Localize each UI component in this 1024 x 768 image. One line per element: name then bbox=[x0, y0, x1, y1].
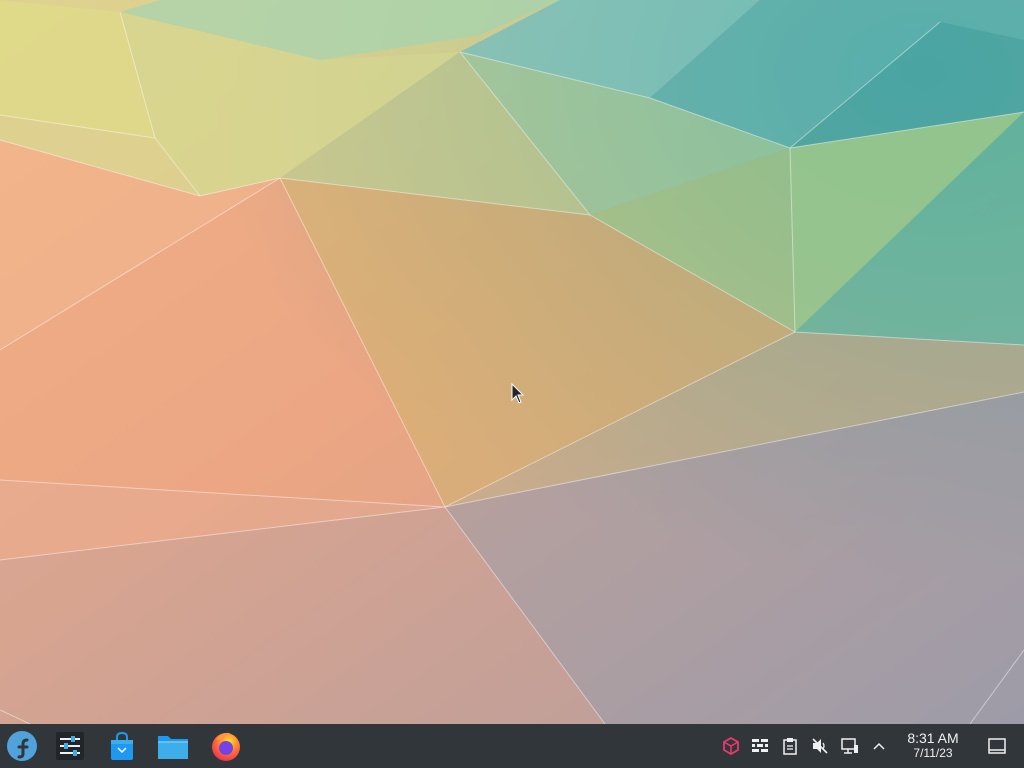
package-updates-tray[interactable] bbox=[721, 736, 741, 756]
wired-network-icon bbox=[841, 738, 858, 754]
clock-date: 7/11/23 bbox=[913, 746, 953, 760]
firefox-icon bbox=[212, 732, 240, 761]
package-icon bbox=[723, 737, 739, 755]
chevron-up-icon bbox=[873, 742, 885, 750]
mouse-cursor-icon bbox=[511, 383, 525, 404]
expand-tray-button[interactable] bbox=[869, 736, 889, 756]
shopping-bag-icon bbox=[111, 731, 133, 760]
clock-time: 8:31 AM bbox=[907, 730, 959, 746]
fedora-icon bbox=[7, 731, 37, 761]
discover-button[interactable] bbox=[104, 728, 140, 764]
firewall-tray[interactable] bbox=[750, 736, 770, 756]
clipboard-icon bbox=[783, 738, 797, 755]
fedora-launcher-button[interactable] bbox=[4, 728, 40, 764]
speaker-muted-icon bbox=[812, 738, 828, 754]
digital-clock[interactable]: 8:31 AM 7/11/23 bbox=[896, 731, 970, 761]
firewall-icon bbox=[752, 739, 768, 752]
system-settings-button[interactable] bbox=[52, 728, 88, 764]
volume-tray[interactable] bbox=[810, 736, 830, 756]
clipboard-tray[interactable] bbox=[780, 736, 800, 756]
wallpaper bbox=[0, 0, 1024, 724]
show-desktop-icon bbox=[988, 738, 1006, 754]
folder-icon bbox=[158, 736, 188, 759]
file-manager-button[interactable] bbox=[155, 728, 191, 764]
firefox-button[interactable] bbox=[208, 728, 244, 764]
desktop[interactable] bbox=[0, 0, 1024, 724]
show-desktop-button[interactable] bbox=[984, 734, 1010, 758]
network-tray[interactable] bbox=[840, 736, 860, 756]
settings-sliders-icon bbox=[56, 732, 84, 760]
taskbar: 8:31 AM 7/11/23 bbox=[0, 724, 1024, 768]
